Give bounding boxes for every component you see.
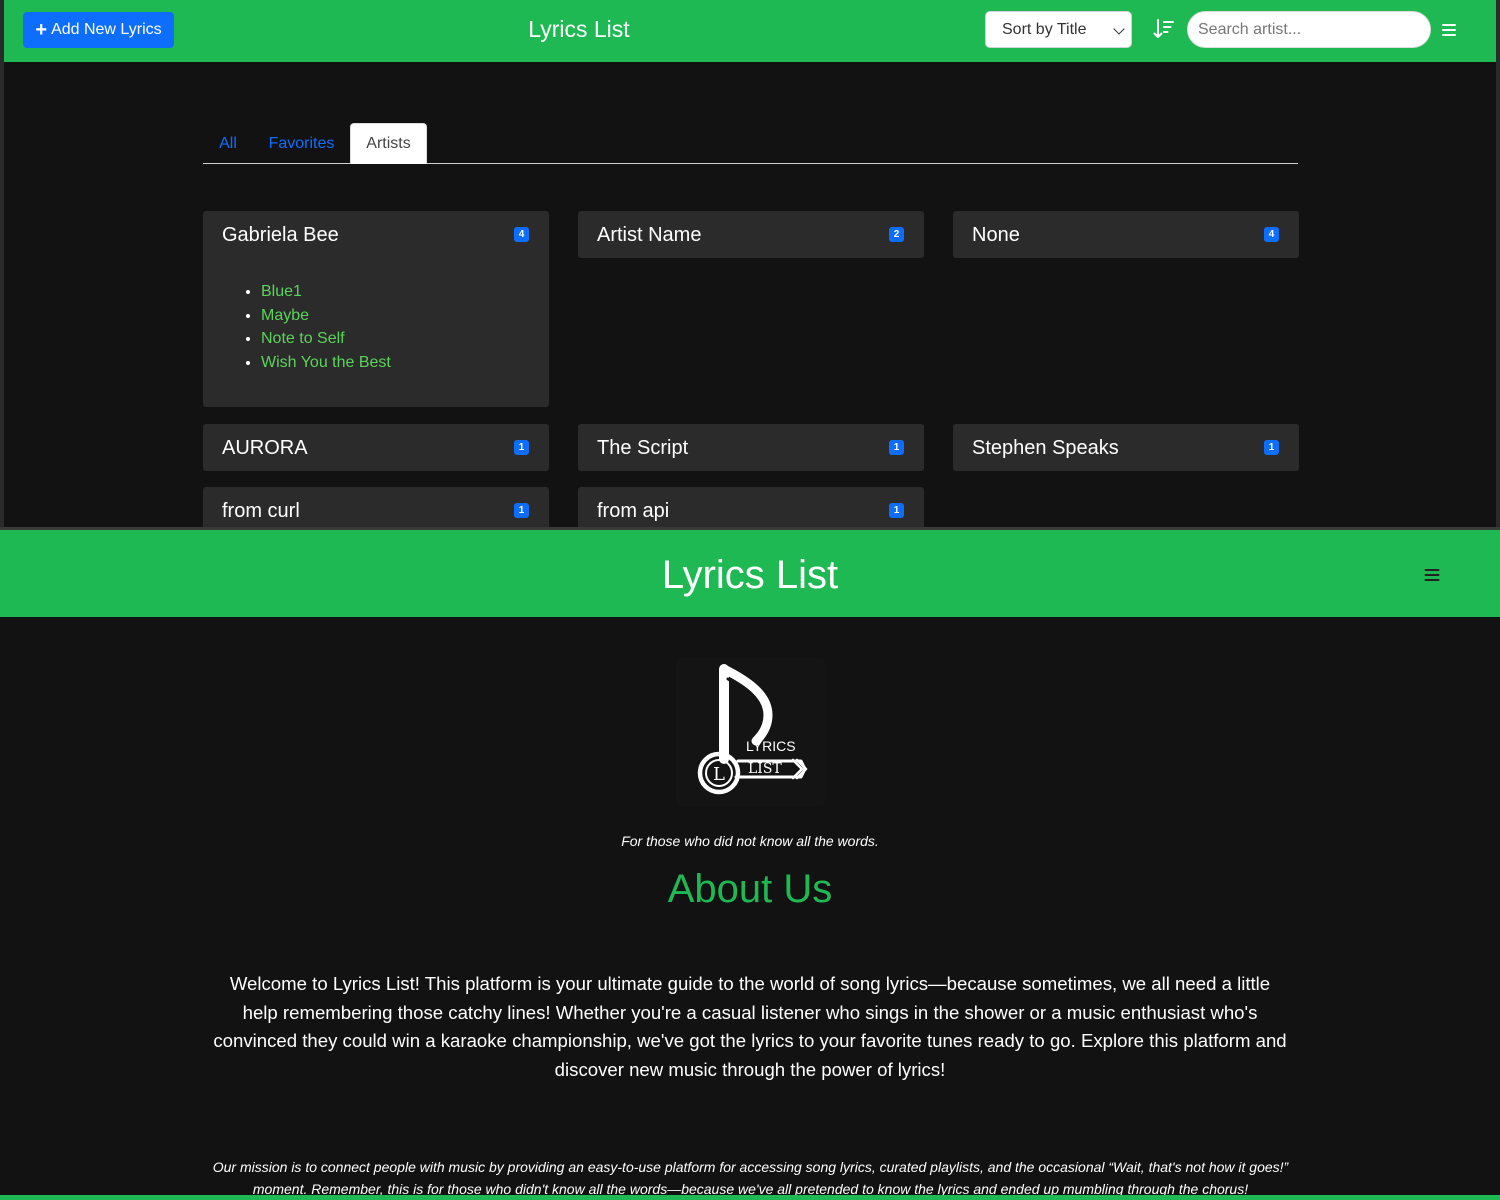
view-tabs: All Favorites Artists (203, 123, 1298, 164)
lyrics-list-window-about: Lyrics List L LYRICS LIST For those who … (0, 527, 1500, 1200)
lyrics-list-window-top: + Add New Lyrics Lyrics List Sort by Tit… (0, 0, 1500, 527)
tab-favorites[interactable]: Favorites (261, 123, 342, 164)
tab-all[interactable]: All (207, 123, 249, 164)
song-count-badge: 1 (514, 440, 529, 455)
artist-card-none[interactable]: None 4 (953, 211, 1299, 258)
artist-card-the-script[interactable]: The Script 1 (578, 424, 924, 471)
add-new-lyrics-button[interactable]: + Add New Lyrics (23, 12, 174, 48)
artist-card-header: AURORA 1 (203, 424, 549, 471)
mission-statement: Our mission is to connect people with mu… (212, 1159, 1289, 1197)
artist-card-aurora[interactable]: AURORA 1 (203, 424, 549, 471)
song-count-badge: 1 (889, 440, 904, 455)
song-count-badge: 2 (889, 227, 904, 242)
logo-line2: LIST (748, 761, 782, 777)
hamburger-menu-icon[interactable] (1439, 21, 1459, 39)
artist-name: The Script (597, 437, 689, 459)
sort-select-value: Sort by Title (1002, 20, 1087, 38)
artist-card-header: Stephen Speaks 1 (953, 424, 1299, 471)
artist-card-gabriela-bee: Gabriela Bee 4 Blue1 Maybe Note to Self … (203, 211, 549, 407)
about-navbar-title: Lyrics List (661, 553, 839, 597)
tab-artists[interactable]: Artists (350, 123, 427, 164)
hamburger-menu-icon[interactable] (1424, 568, 1440, 582)
song-list: Blue1 Maybe Note to Self Wish You the Be… (261, 280, 391, 374)
artist-name: from curl (222, 500, 300, 522)
tagline: For those who did not know all the words… (621, 833, 879, 849)
logo-initial: L (713, 764, 725, 785)
about-us-heading: About Us (667, 867, 833, 911)
navbar-title: Lyrics List (528, 16, 630, 42)
logo-line1: LYRICS (746, 738, 796, 754)
add-new-lyrics-label: Add New Lyrics (51, 21, 162, 38)
artist-name: None (972, 224, 1020, 246)
artist-card-header[interactable]: Gabriela Bee 4 (203, 211, 549, 258)
artist-card-header: from curl 1 (203, 487, 549, 527)
song-link[interactable]: Note to Self (261, 327, 391, 351)
sort-select[interactable]: Sort by Title (985, 11, 1132, 48)
top-navbar: + Add New Lyrics Lyrics List Sort by Tit… (4, 0, 1496, 62)
about-navbar: Lyrics List (0, 530, 1500, 617)
artist-card-from-curl[interactable]: from curl 1 (203, 487, 549, 527)
song-count-badge: 4 (1264, 227, 1279, 242)
song-link[interactable]: Wish You the Best (261, 351, 391, 375)
song-link[interactable]: Maybe (261, 304, 391, 328)
artist-card-from-api[interactable]: from api 1 (578, 487, 924, 527)
chevron-down-icon (1113, 23, 1125, 35)
artist-name: from api (597, 500, 670, 522)
artist-name: AURORA (222, 437, 308, 459)
artist-card-stephen-speaks[interactable]: Stephen Speaks 1 (953, 424, 1299, 471)
artist-card-header: None 4 (953, 211, 1299, 258)
artist-name: Gabriela Bee (222, 224, 339, 246)
song-link[interactable]: Blue1 (261, 280, 391, 304)
song-count-badge: 1 (1264, 440, 1279, 455)
song-count-badge: 1 (889, 503, 904, 518)
artist-card-header: The Script 1 (578, 424, 924, 471)
sort-direction-icon[interactable] (1153, 17, 1175, 41)
artist-name: Stephen Speaks (972, 437, 1119, 459)
artist-card-artist-name[interactable]: Artist Name 2 (578, 211, 924, 258)
lyrics-list-logo: L LYRICS LIST (676, 657, 826, 807)
song-count-badge: 1 (514, 503, 529, 518)
plus-icon: + (35, 19, 48, 41)
about-us-paragraph: Welcome to Lyrics List! This platform is… (213, 973, 1287, 1080)
artist-name: Artist Name (597, 224, 702, 246)
artist-card-header: Artist Name 2 (578, 211, 924, 258)
artist-card-header: from api 1 (578, 487, 924, 527)
page-footer-strip (0, 1195, 1500, 1200)
song-count-badge: 4 (514, 227, 529, 242)
search-artist-input[interactable] (1187, 11, 1431, 48)
